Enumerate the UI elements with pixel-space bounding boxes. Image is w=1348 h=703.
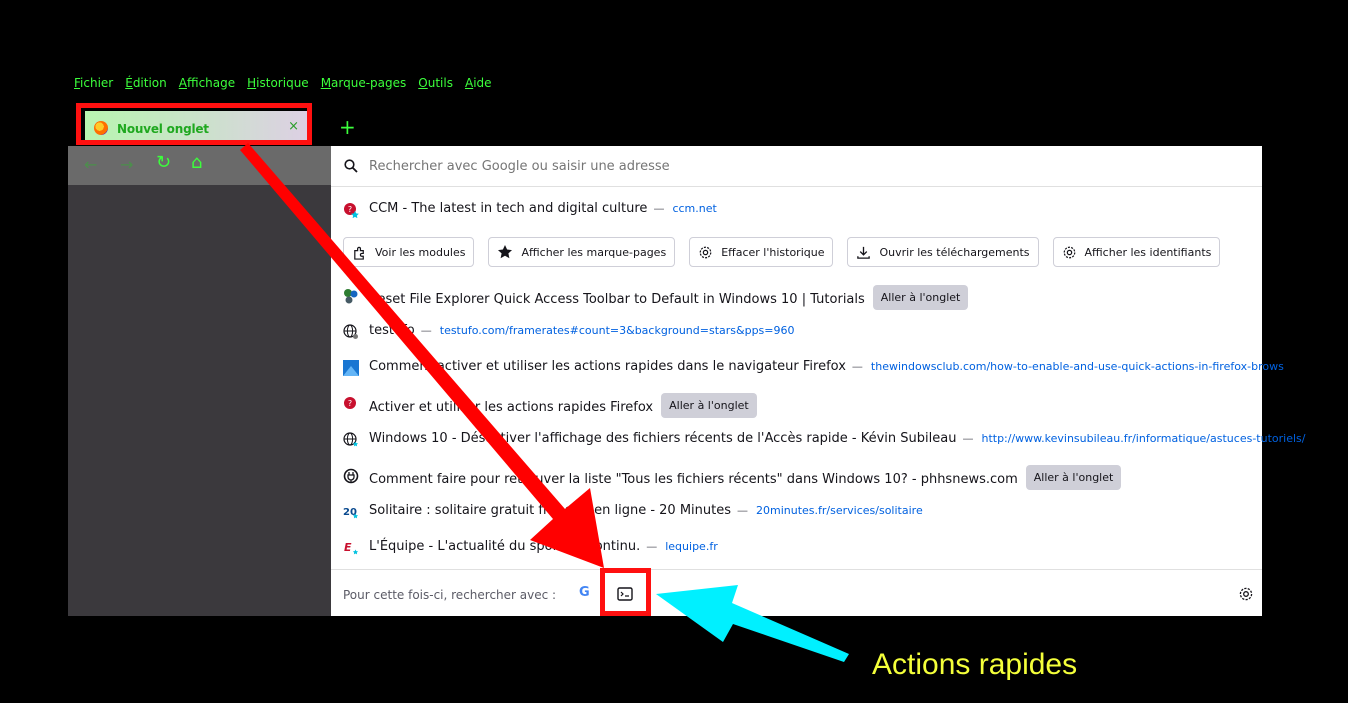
- ccm-favicon-icon: ?: [344, 203, 359, 218]
- urlbar-dropdown: ? CCM - The latest in tech and digital c…: [331, 146, 1305, 617]
- svg-text:?: ?: [348, 205, 352, 214]
- annotation-caption: Actions rapides: [872, 648, 1078, 681]
- menu-marque-pages[interactable]: Marque-pages: [321, 76, 407, 92]
- switch-tab-button[interactable]: Aller à l'onglet: [872, 285, 969, 310]
- switch-tab-button[interactable]: Aller à l'onglet: [661, 393, 757, 418]
- plug-icon: [343, 468, 359, 484]
- switch-tab-button[interactable]: Aller à l'onglet: [1025, 465, 1122, 490]
- action-effacer-historique-button[interactable]: Effacer l'historique: [689, 237, 834, 267]
- result-row[interactable]: ? Activer et utiliser les actions rapide…: [331, 386, 1262, 422]
- nav-bar: ← → ↻ ⌂: [68, 146, 331, 185]
- action-voir-modules-button[interactable]: Voir les modules: [343, 237, 475, 267]
- 20minutes-favicon-icon: 20: [343, 507, 359, 519]
- menu-affichage[interactable]: Affichage: [179, 76, 235, 92]
- new-tab-button[interactable]: +: [339, 115, 356, 139]
- settings-gear-icon[interactable]: [1238, 586, 1254, 602]
- page-content-area: [68, 185, 331, 616]
- globe-icon: [343, 324, 358, 339]
- download-icon: [857, 246, 871, 259]
- menu-fichier[interactable]: Fichier: [74, 76, 113, 92]
- home-icon[interactable]: ⌂: [191, 154, 202, 172]
- gear-icon: [1063, 246, 1075, 258]
- highlight-frame-tab: [76, 103, 312, 145]
- svg-text:?: ?: [348, 399, 352, 408]
- result-row[interactable]: Reset File Explorer Quick Access Toolbar…: [331, 278, 1262, 314]
- search-input[interactable]: [369, 159, 969, 174]
- result-row-ccm[interactable]: ? CCM - The latest in tech and digital c…: [331, 192, 1262, 228]
- back-icon[interactable]: ←: [84, 157, 97, 173]
- google-engine-icon[interactable]: G: [579, 585, 590, 600]
- menu-aide[interactable]: Aide: [465, 76, 492, 92]
- menu-outils[interactable]: Outils: [418, 76, 453, 92]
- svg-text:E: E: [344, 541, 352, 554]
- result-row[interactable]: testufo — testufo.com/framerates#count=3&b…: [331, 314, 1262, 350]
- star-icon: [498, 245, 513, 259]
- lequipe-favicon-icon: E: [344, 541, 359, 555]
- search-shortcuts-footer: Pour cette fois-ci, rechercher avec : G: [331, 569, 1262, 617]
- result-title: CCM - The latest in tech and digital cul…: [369, 201, 648, 216]
- quick-actions-bar: Voir les modules Afficher les marque-pag…: [343, 237, 1221, 267]
- tenforums-favicon-icon: [344, 289, 358, 304]
- result-row[interactable]: Windows 10 - Désactiver l'affichage des …: [331, 422, 1305, 458]
- search-shortcuts-label: Pour cette fois-ci, rechercher avec :: [343, 588, 557, 602]
- search-row[interactable]: [331, 146, 1262, 187]
- result-row[interactable]: Comment activer et utiliser les actions …: [331, 350, 1284, 386]
- result-row[interactable]: Comment faire pour retrouver la liste "T…: [331, 458, 1262, 494]
- result-row[interactable]: E L'Équipe - L'actualité du sport en con…: [331, 530, 1262, 566]
- search-icon: [344, 159, 358, 173]
- menu-bar: Fichier Édition Affichage Historique Mar…: [74, 76, 492, 92]
- result-url: ccm.net: [672, 202, 717, 215]
- thewindowsclub-favicon-icon: [343, 360, 359, 376]
- menu-historique[interactable]: Historique: [247, 76, 309, 92]
- action-identifiants-button[interactable]: Afficher les identifiants: [1052, 237, 1221, 267]
- result-row[interactable]: 20 Solitaire : solitaire gratuit françai…: [331, 494, 1262, 530]
- forward-icon[interactable]: →: [120, 157, 133, 173]
- gear-icon: [699, 246, 712, 258]
- globe-icon: [343, 432, 359, 447]
- action-telechargements-button[interactable]: Ouvrir les téléchargements: [847, 237, 1039, 267]
- menu-edition[interactable]: Édition: [125, 76, 167, 92]
- highlight-frame-quick-actions: [600, 568, 651, 616]
- reload-icon[interactable]: ↻: [156, 154, 171, 172]
- ccm-favicon-icon: ?: [344, 397, 356, 409]
- puzzle-icon: [354, 246, 364, 260]
- action-marque-pages-button[interactable]: Afficher les marque-pages: [488, 237, 676, 267]
